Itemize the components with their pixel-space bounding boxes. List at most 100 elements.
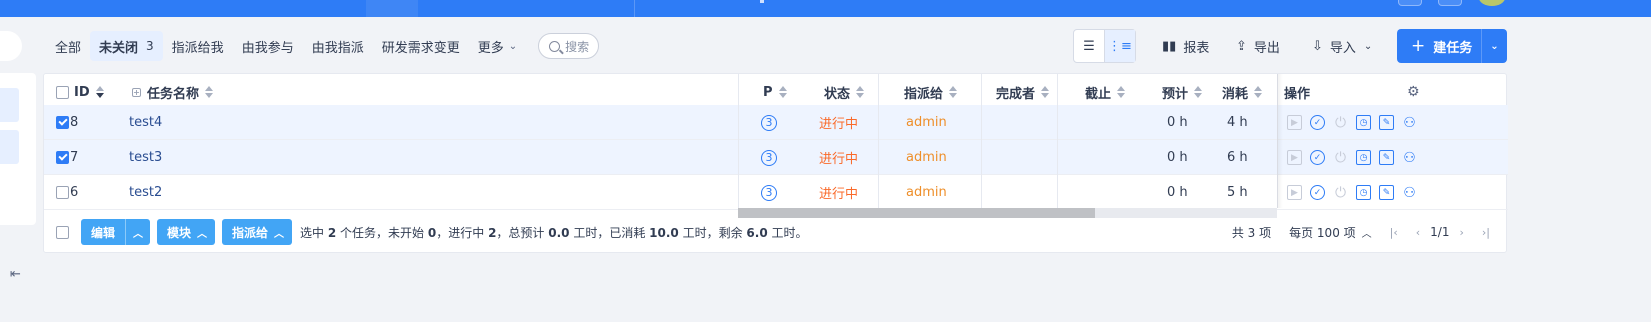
batch-edit-button[interactable]: 编辑 ︿ bbox=[81, 219, 151, 245]
row-checkbox[interactable] bbox=[56, 186, 69, 199]
summary-text: 工时。 bbox=[767, 225, 808, 240]
top-navbar bbox=[0, 0, 1651, 17]
tree-view-icon[interactable]: ⋮≡ bbox=[1104, 30, 1135, 62]
sort-icon bbox=[778, 86, 787, 98]
last-page-icon[interactable]: ›| bbox=[1482, 226, 1490, 239]
batch-assign-label: 指派给 bbox=[232, 225, 269, 240]
task-table: ID + 任务名称 P 状态 指派给 完成者 截止 预计 消耗 操作 ⚙ 8 te… bbox=[43, 73, 1508, 253]
batch-assign-button[interactable]: 指派给 ︿ bbox=[222, 219, 293, 245]
sort-icon bbox=[1117, 86, 1126, 98]
import-button[interactable]: ⇩ 导入 ⌄ bbox=[1312, 29, 1372, 63]
batch-create-icon[interactable]: ⚇ bbox=[1402, 150, 1417, 166]
tab-story-change[interactable]: 研发需求变更 bbox=[373, 31, 469, 61]
top-notice-button[interactable] bbox=[1438, 0, 1462, 6]
total-count: 共 3 项 bbox=[1231, 225, 1272, 240]
chevron-up-icon[interactable]: ︿ bbox=[125, 219, 150, 245]
tab-all[interactable]: 全部 bbox=[46, 31, 90, 61]
batch-module-button[interactable]: 模块 ︿ bbox=[157, 219, 216, 245]
close-icon[interactable]: ⏻ bbox=[1333, 185, 1348, 201]
chevron-down-icon: ⌄ bbox=[1363, 40, 1373, 52]
sort-icon bbox=[1194, 86, 1203, 98]
start-icon[interactable]: ▶ bbox=[1287, 150, 1302, 165]
sidebar-item[interactable] bbox=[0, 88, 19, 122]
top-nav-active-tab[interactable] bbox=[366, 0, 418, 17]
task-name-link[interactable]: test2 bbox=[129, 175, 162, 210]
col-actions-label: 操作 bbox=[1284, 86, 1311, 102]
row-checkbox[interactable] bbox=[56, 151, 69, 164]
tab-label: 未关闭 bbox=[99, 40, 139, 56]
sort-icon bbox=[856, 86, 865, 98]
task-name-link[interactable]: test3 bbox=[129, 140, 162, 175]
col-consumed-label: 消耗 bbox=[1222, 86, 1249, 102]
record-effort-icon[interactable]: ◷ bbox=[1356, 185, 1371, 200]
summary-text: ，总预计 bbox=[496, 225, 549, 240]
avatar[interactable] bbox=[1479, 0, 1505, 6]
tab-more[interactable]: 更多 ⌄ bbox=[469, 31, 526, 61]
task-name-link[interactable]: test4 bbox=[129, 105, 162, 140]
search-input[interactable]: 搜索 bbox=[538, 33, 600, 59]
report-button[interactable]: ▮▮ 报表 bbox=[1162, 29, 1209, 63]
tab-involved[interactable]: 由我参与 bbox=[233, 31, 303, 61]
create-task-button[interactable]: + 建任务 ⌄ bbox=[1397, 29, 1507, 63]
chevron-up-icon: ︿ bbox=[197, 228, 208, 240]
priority-badge: 3 bbox=[761, 149, 777, 166]
start-icon[interactable]: ▶ bbox=[1287, 185, 1302, 200]
per-page-select[interactable]: 每页 100 项 bbox=[1289, 224, 1356, 241]
assigned-to-link[interactable]: admin bbox=[906, 105, 947, 140]
edit-icon[interactable]: ✎ bbox=[1379, 115, 1394, 130]
bar-chart-icon: ▮▮ bbox=[1162, 38, 1177, 54]
tab-assigned-by-me[interactable]: 由我指派 bbox=[303, 31, 373, 61]
table-row[interactable]: 7 test3 3 进行中 admin 0 h 6 h ▶ ✓ ⏻ ◷ ✎ ⚇ bbox=[44, 140, 1508, 175]
column-divider bbox=[738, 74, 739, 208]
list-view-icon[interactable]: ☰ bbox=[1074, 30, 1104, 62]
tab-unclosed[interactable]: 未关闭 3 bbox=[90, 31, 163, 61]
import-icon: ⇩ bbox=[1312, 38, 1323, 54]
record-effort-icon[interactable]: ◷ bbox=[1356, 115, 1371, 130]
close-icon[interactable]: ⏻ bbox=[1333, 115, 1348, 131]
chevron-up-icon[interactable]: ︿ bbox=[1362, 225, 1372, 240]
summary-text: 个任务，未开始 bbox=[336, 225, 428, 240]
sidebar-item[interactable] bbox=[0, 130, 19, 164]
collapse-sidebar-icon[interactable]: ⇤ bbox=[10, 267, 21, 282]
assigned-to-link[interactable]: admin bbox=[906, 175, 947, 210]
top-add-button[interactable] bbox=[1398, 0, 1422, 6]
tab-assigned-to-me[interactable]: 指派给我 bbox=[163, 31, 233, 61]
col-assigned-label: 指派给 bbox=[904, 86, 944, 102]
close-icon[interactable]: ⏻ bbox=[1333, 150, 1348, 166]
table-row[interactable]: 8 test4 3 进行中 admin 0 h 4 h ▶ ✓ ⏻ ◷ ✎ ⚇ bbox=[44, 105, 1508, 140]
finish-icon[interactable]: ✓ bbox=[1310, 150, 1325, 165]
selection-summary: 选中 2 个任务，未开始 0，进行中 2，总预计 0.0 工时，已消耗 10.0… bbox=[300, 224, 807, 241]
next-page-icon[interactable]: › bbox=[1459, 226, 1463, 239]
batch-create-icon[interactable]: ⚇ bbox=[1402, 185, 1417, 201]
table-footer: 编辑 ︿ 模块 ︿ 指派给 ︿ 选中 2 个任务，未开始 0，进行中 2，总预计 0.… bbox=[44, 212, 1508, 252]
export-button[interactable]: ⇪ 导出 bbox=[1236, 29, 1280, 63]
start-icon[interactable]: ▶ bbox=[1287, 115, 1302, 130]
expand-all-icon[interactable]: + bbox=[132, 87, 141, 97]
import-label: 导入 bbox=[1329, 40, 1356, 56]
footer-select-all-checkbox[interactable] bbox=[56, 225, 69, 239]
sidebar-toggle-tab[interactable] bbox=[0, 31, 22, 61]
col-pri-label: P bbox=[763, 84, 773, 100]
first-page-icon[interactable]: |‹ bbox=[1390, 226, 1398, 239]
view-mode-toggle: ☰ ⋮≡ bbox=[1073, 29, 1136, 63]
sort-icon bbox=[1041, 86, 1050, 98]
batch-edit-label: 编辑 bbox=[91, 225, 116, 240]
record-effort-icon[interactable]: ◷ bbox=[1356, 150, 1371, 165]
summary-text: 工时，剩余 bbox=[678, 225, 747, 240]
module-sidebar: ⇤ bbox=[0, 73, 36, 282]
batch-create-icon[interactable]: ⚇ bbox=[1402, 115, 1417, 131]
sort-icon bbox=[1254, 86, 1263, 98]
finish-icon[interactable]: ✓ bbox=[1310, 115, 1325, 130]
edit-icon[interactable]: ✎ bbox=[1379, 150, 1394, 165]
prev-page-icon[interactable]: ‹ bbox=[1416, 226, 1420, 239]
assigned-to-link[interactable]: admin bbox=[906, 140, 947, 175]
row-checkbox[interactable] bbox=[56, 116, 69, 129]
table-row[interactable]: 6 test2 3 进行中 admin 0 h 5 h ▶ ✓ ⏻ ◷ ✎ ⚇ bbox=[44, 175, 1508, 210]
select-all-checkbox[interactable] bbox=[56, 85, 69, 99]
edit-icon[interactable]: ✎ bbox=[1379, 185, 1394, 200]
create-task-dropdown-icon[interactable]: ⌄ bbox=[1482, 41, 1507, 52]
chevron-down-icon: ⌄ bbox=[508, 40, 518, 52]
finish-icon[interactable]: ✓ bbox=[1310, 185, 1325, 200]
top-nav-divider bbox=[634, 0, 635, 17]
search-placeholder: 搜索 bbox=[565, 39, 590, 54]
